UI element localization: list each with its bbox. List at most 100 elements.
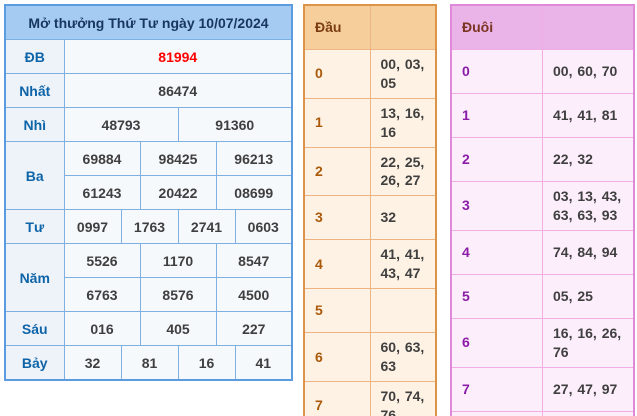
prize-value: 1170 <box>140 244 216 278</box>
duoi-row-values <box>543 411 635 416</box>
prize-value: 32 <box>64 346 121 381</box>
table-row: 141, 41, 81 <box>451 94 634 138</box>
duoi-row-digit: 6 <box>451 318 543 367</box>
prize-value: 227 <box>216 312 292 346</box>
table-row: 474, 84, 94 <box>451 230 634 274</box>
prize-value: 61243 <box>64 176 140 210</box>
table-row: 303, 13, 43, 63, 63, 93 <box>451 182 634 231</box>
prize-value: 20422 <box>140 176 216 210</box>
duoi-row-digit: 7 <box>451 367 543 411</box>
table-row: 5 <box>304 289 436 333</box>
table-row: Nhất 86474 <box>5 74 292 108</box>
duoi-row-values: 74, 84, 94 <box>543 230 635 274</box>
table-row: Sáu 016 405 227 <box>5 312 292 346</box>
prize-label-db: ĐB <box>5 40 64 74</box>
table-row: Năm 5526 1170 8547 <box>5 244 292 278</box>
prize-value: 1763 <box>121 210 178 244</box>
prize-value: 86474 <box>64 74 292 108</box>
duoi-summary-table: Đuôi 000, 60, 70141, 41, 81222, 32303, 1… <box>450 4 635 416</box>
duoi-row-digit: 4 <box>451 230 543 274</box>
dau-summary-table: Đầu 000, 03, 05113, 16, 16222, 25, 26, 2… <box>303 4 437 416</box>
duoi-row-digit: 3 <box>451 182 543 231</box>
prize-value: 4500 <box>216 278 292 312</box>
table-row: 505, 25 <box>451 274 634 318</box>
duoi-row-values: 03, 13, 43, 63, 63, 93 <box>543 182 635 231</box>
prize-label-bay: Bảy <box>5 346 64 381</box>
table-row: Mở thưởng Thứ Tư ngày 10/07/2024 <box>5 5 292 40</box>
table-row: 727, 47, 97 <box>451 367 634 411</box>
duoi-row-digit: 1 <box>451 94 543 138</box>
prize-label-nam: Năm <box>5 244 64 312</box>
duoi-row-digit: 0 <box>451 50 543 94</box>
prize-value: 91360 <box>178 108 292 142</box>
duoi-row-values: 22, 32 <box>543 138 635 182</box>
prize-value: 8547 <box>216 244 292 278</box>
dau-row-values: 00, 03, 05 <box>370 50 436 99</box>
prize-value: 08699 <box>216 176 292 210</box>
results-table-title: Mở thưởng Thứ Tư ngày 10/07/2024 <box>5 5 292 40</box>
lottery-results-table: Mở thưởng Thứ Tư ngày 10/07/2024 ĐB 8199… <box>4 4 293 381</box>
table-row: 660, 63, 63 <box>304 333 436 382</box>
prize-value: 0997 <box>64 210 121 244</box>
dau-row-digit: 4 <box>304 240 370 289</box>
table-row: Bảy 32 81 16 41 <box>5 346 292 381</box>
prize-value: 6763 <box>64 278 140 312</box>
dau-row-values: 22, 25, 26, 27 <box>370 147 436 196</box>
duoi-table-title: Đuôi <box>451 5 543 50</box>
table-row: ĐB 81994 <box>5 40 292 74</box>
dau-table-title: Đầu <box>304 5 370 50</box>
prize-value: 69884 <box>64 142 140 176</box>
dau-row-digit: 2 <box>304 147 370 196</box>
table-row: Đuôi <box>451 5 634 50</box>
dau-row-values: 13, 16, 16 <box>370 98 436 147</box>
prize-label-sau: Sáu <box>5 312 64 346</box>
prize-label-ba: Ba <box>5 142 64 210</box>
table-row: 000, 60, 70 <box>451 50 634 94</box>
table-row: Đầu <box>304 5 436 50</box>
table-row: 8 <box>451 411 634 416</box>
dau-row-values: 70, 74, 76 <box>370 381 436 416</box>
table-row: Ba 69884 98425 96213 <box>5 142 292 176</box>
lottery-results-page: Mở thưởng Thứ Tư ngày 10/07/2024 ĐB 8199… <box>0 0 637 416</box>
prize-value: 8576 <box>140 278 216 312</box>
dau-title-spacer <box>370 5 436 50</box>
dau-row-digit: 5 <box>304 289 370 333</box>
prize-value-special: 81994 <box>64 40 292 74</box>
prize-label-tu: Tư <box>5 210 64 244</box>
prize-value: 98425 <box>140 142 216 176</box>
prize-value: 48793 <box>64 108 178 142</box>
duoi-row-digit: 8 <box>451 411 543 416</box>
table-row: Nhì 48793 91360 <box>5 108 292 142</box>
dau-row-digit: 6 <box>304 333 370 382</box>
dau-row-digit: 0 <box>304 50 370 99</box>
duoi-row-values: 41, 41, 81 <box>543 94 635 138</box>
duoi-row-values: 05, 25 <box>543 274 635 318</box>
dau-row-digit: 7 <box>304 381 370 416</box>
table-row: 222, 25, 26, 27 <box>304 147 436 196</box>
prize-value: 16 <box>178 346 235 381</box>
prize-value: 0603 <box>235 210 292 244</box>
table-row: 113, 16, 16 <box>304 98 436 147</box>
prize-value: 2741 <box>178 210 235 244</box>
prize-value: 016 <box>64 312 140 346</box>
prize-value: 5526 <box>64 244 140 278</box>
table-row: 222, 32 <box>451 138 634 182</box>
table-row: 332 <box>304 196 436 240</box>
duoi-row-values: 27, 47, 97 <box>543 367 635 411</box>
table-row: 441, 41, 43, 47 <box>304 240 436 289</box>
table-row: Tư 0997 1763 2741 0603 <box>5 210 292 244</box>
duoi-row-values: 16, 16, 26, 76 <box>543 318 635 367</box>
table-row: 616, 16, 26, 76 <box>451 318 634 367</box>
duoi-row-digit: 2 <box>451 138 543 182</box>
table-row: 770, 74, 76 <box>304 381 436 416</box>
dau-row-values <box>370 289 436 333</box>
dau-row-values: 41, 41, 43, 47 <box>370 240 436 289</box>
dau-row-digit: 3 <box>304 196 370 240</box>
duoi-title-spacer <box>543 5 635 50</box>
dau-row-values: 60, 63, 63 <box>370 333 436 382</box>
prize-value: 405 <box>140 312 216 346</box>
prize-label-nhi: Nhì <box>5 108 64 142</box>
prize-value: 96213 <box>216 142 292 176</box>
dau-row-values: 32 <box>370 196 436 240</box>
table-row: 000, 03, 05 <box>304 50 436 99</box>
